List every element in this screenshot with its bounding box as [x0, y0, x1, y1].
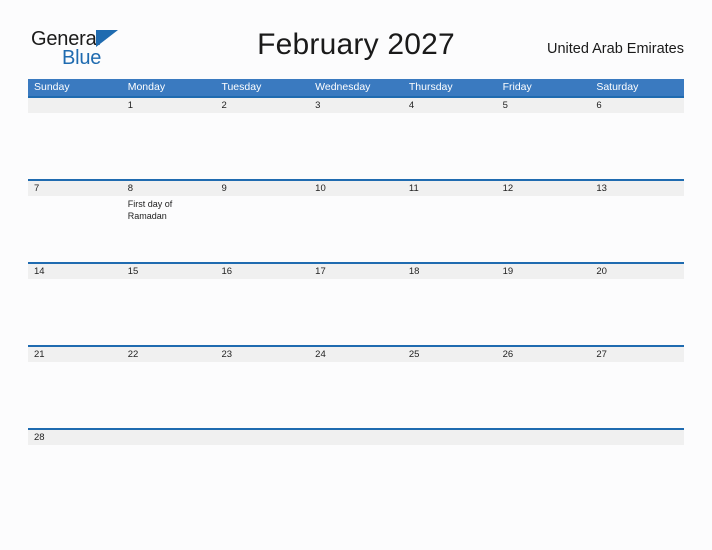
day-number[interactable]: 2 [215, 98, 309, 113]
day-number[interactable]: 22 [122, 347, 216, 362]
weekday-header-sunday: Sunday [34, 81, 70, 93]
week-row: 7 8 9 10 11 12 13 First day of Ramadan [28, 179, 684, 262]
day-number[interactable]: 27 [590, 347, 684, 362]
day-number[interactable]: 20 [590, 264, 684, 279]
day-cell[interactable] [497, 279, 591, 345]
day-number[interactable]: 26 [497, 347, 591, 362]
day-number[interactable]: 9 [215, 181, 309, 196]
day-cell[interactable]: First day of Ramadan [122, 196, 216, 262]
day-cell[interactable] [590, 362, 684, 428]
day-number[interactable]: 15 [122, 264, 216, 279]
week-body: First day of Ramadan [28, 196, 684, 262]
day-number[interactable]: 25 [403, 347, 497, 362]
day-number[interactable]: 6 [590, 98, 684, 113]
region-label: United Arab Emirates [546, 41, 684, 57]
day-number[interactable]: 13 [590, 181, 684, 196]
week-row: 1 2 3 4 5 6 [28, 96, 684, 179]
day-number[interactable]: 1 [122, 98, 216, 113]
day-cell[interactable] [590, 279, 684, 345]
weekday-header-tuesday: Tuesday [221, 81, 262, 93]
week-body [28, 445, 684, 451]
calendar-grid: Sunday Monday Tuesday Wednesday Thursday… [28, 79, 684, 451]
week-number-band: 1 2 3 4 5 6 [28, 98, 684, 113]
day-cell[interactable] [28, 362, 122, 428]
day-number[interactable] [590, 430, 684, 445]
day-cell[interactable] [497, 113, 591, 179]
weekday-header-wednesday: Wednesday [315, 81, 371, 93]
day-cell[interactable] [122, 113, 216, 179]
day-number[interactable]: 16 [215, 264, 309, 279]
day-number[interactable]: 3 [309, 98, 403, 113]
day-number[interactable]: 17 [309, 264, 403, 279]
day-number[interactable] [215, 430, 309, 445]
day-cell[interactable] [215, 445, 309, 451]
week-row: 21 22 23 24 25 26 27 [28, 345, 684, 428]
day-cell[interactable] [403, 279, 497, 345]
weekday-header-saturday: Saturday [596, 81, 639, 93]
day-cell[interactable] [309, 113, 403, 179]
day-cell[interactable] [215, 196, 309, 262]
day-cell[interactable] [403, 362, 497, 428]
day-number[interactable] [309, 430, 403, 445]
weekday-header-thursday: Thursday [408, 81, 453, 93]
day-number[interactable] [403, 430, 497, 445]
day-cell[interactable] [28, 279, 122, 345]
day-number[interactable]: 21 [28, 347, 122, 362]
day-number[interactable] [122, 430, 216, 445]
weekday-header-monday: Monday [127, 81, 166, 93]
day-number[interactable]: 28 [28, 430, 122, 445]
day-number[interactable] [497, 430, 591, 445]
day-cell[interactable] [403, 113, 497, 179]
day-cell[interactable] [403, 445, 497, 451]
day-number[interactable]: 14 [28, 264, 122, 279]
day-cell[interactable] [215, 113, 309, 179]
day-cell[interactable] [497, 445, 591, 451]
day-number[interactable]: 24 [309, 347, 403, 362]
day-number[interactable]: 5 [497, 98, 591, 113]
week-row: 14 15 16 17 18 19 20 [28, 262, 684, 345]
day-cell[interactable] [215, 362, 309, 428]
day-cell[interactable] [215, 279, 309, 345]
week-number-band: 21 22 23 24 25 26 27 [28, 347, 684, 362]
week-number-band: 28 [28, 430, 684, 445]
day-cell[interactable] [403, 196, 497, 262]
day-event: First day of Ramadan [127, 199, 173, 221]
day-cell[interactable] [28, 196, 122, 262]
day-cell[interactable] [590, 445, 684, 451]
day-number[interactable]: 11 [403, 181, 497, 196]
day-number[interactable]: 7 [28, 181, 122, 196]
day-cell[interactable] [28, 445, 122, 451]
weekday-header-row: Sunday Monday Tuesday Wednesday Thursday… [28, 79, 684, 96]
day-cell[interactable] [28, 113, 122, 179]
day-cell[interactable] [309, 279, 403, 345]
day-number[interactable]: 23 [215, 347, 309, 362]
day-number[interactable]: 18 [403, 264, 497, 279]
day-number[interactable]: 19 [497, 264, 591, 279]
day-number[interactable]: 4 [403, 98, 497, 113]
day-cell[interactable] [497, 362, 591, 428]
day-cell[interactable] [122, 279, 216, 345]
weekday-header-friday: Friday [502, 81, 532, 93]
day-number[interactable] [28, 98, 122, 113]
week-body [28, 113, 684, 179]
day-cell[interactable] [122, 362, 216, 428]
day-cell[interactable] [590, 196, 684, 262]
day-number[interactable]: 12 [497, 181, 591, 196]
week-number-band: 14 15 16 17 18 19 20 [28, 264, 684, 279]
day-number[interactable]: 8 [122, 181, 216, 196]
day-cell[interactable] [309, 362, 403, 428]
day-number[interactable]: 10 [309, 181, 403, 196]
day-cell[interactable] [309, 445, 403, 451]
week-body [28, 279, 684, 345]
page-header: General Blue February 2027 United Arab E… [0, 0, 712, 78]
week-body [28, 362, 684, 428]
week-row: 28 [28, 428, 684, 451]
day-cell[interactable] [590, 113, 684, 179]
week-number-band: 7 8 9 10 11 12 13 [28, 181, 684, 196]
day-cell[interactable] [497, 196, 591, 262]
day-cell[interactable] [309, 196, 403, 262]
day-cell[interactable] [122, 445, 216, 451]
